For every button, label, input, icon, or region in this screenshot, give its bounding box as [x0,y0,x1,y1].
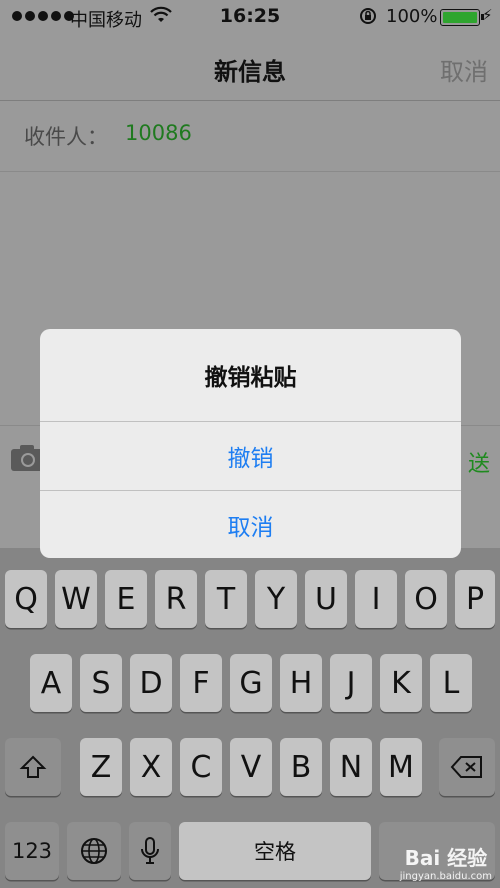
status-bar: 中国移动 16:25 100% ⚡ [0,0,500,34]
key-c[interactable]: C [180,738,222,796]
key-a[interactable]: A [30,654,72,712]
key-h[interactable]: H [280,654,322,712]
microphone-icon[interactable] [129,822,171,880]
key-m[interactable]: M [380,738,422,796]
key-e[interactable]: E [105,570,147,628]
key-b[interactable]: B [280,738,322,796]
battery-icon [440,9,484,26]
space-key[interactable]: 空格 [179,822,371,880]
navigation-bar: 新信息 取消 [0,34,500,101]
alert-undo-button[interactable]: 撤销 [40,421,461,490]
baidu-jingyan-watermark: Bai 经验 jingyan.baidu.com [400,842,492,882]
backspace-icon[interactable] [439,738,495,796]
watermark-sub: jingyan.baidu.com [399,871,492,882]
battery-percent: 100% [386,6,438,27]
key-o[interactable]: O [405,570,447,628]
key-v[interactable]: V [230,738,272,796]
key-p[interactable]: P [455,570,495,628]
send-button[interactable]: 送 [468,446,490,478]
undo-paste-alert: 撤销粘贴 撤销 取消 [40,329,461,558]
key-l[interactable]: L [430,654,472,712]
rotation-lock-icon [358,6,378,31]
alert-cancel-button[interactable]: 取消 [40,490,461,558]
key-f[interactable]: F [180,654,222,712]
key-y[interactable]: Y [255,570,297,628]
recipient-field[interactable]: 收件人： 10086 [0,101,500,172]
watermark-main: Bai 经验 [404,846,488,870]
key-g[interactable]: G [230,654,272,712]
alert-title: 撤销粘贴 [204,365,297,391]
battery-fill [443,12,477,23]
key-u[interactable]: U [305,570,347,628]
nav-cancel-button[interactable]: 取消 [440,52,488,87]
key-r[interactable]: R [155,570,197,628]
key-n[interactable]: N [330,738,372,796]
recipient-value[interactable]: 10086 [125,121,192,145]
keyboard: Q W E R T Y U I O P A S D F G H J K L Z … [0,548,500,888]
key-s[interactable]: S [80,654,122,712]
screen: 中国移动 16:25 100% ⚡ 新信息 取消 收件人： 10086 送 Q … [0,0,500,888]
charging-bolt-icon: ⚡ [482,6,493,24]
page-title: 新信息 [214,58,286,86]
key-j[interactable]: J [330,654,372,712]
key-t[interactable]: T [205,570,247,628]
numbers-key[interactable]: 123 [5,822,59,880]
key-w[interactable]: W [55,570,97,628]
key-d[interactable]: D [130,654,172,712]
globe-icon[interactable] [67,822,121,880]
key-k[interactable]: K [380,654,422,712]
key-i[interactable]: I [355,570,397,628]
key-q[interactable]: Q [5,570,47,628]
key-z[interactable]: Z [80,738,122,796]
key-x[interactable]: X [130,738,172,796]
shift-icon[interactable] [5,738,61,796]
recipient-label: 收件人： [24,125,108,149]
